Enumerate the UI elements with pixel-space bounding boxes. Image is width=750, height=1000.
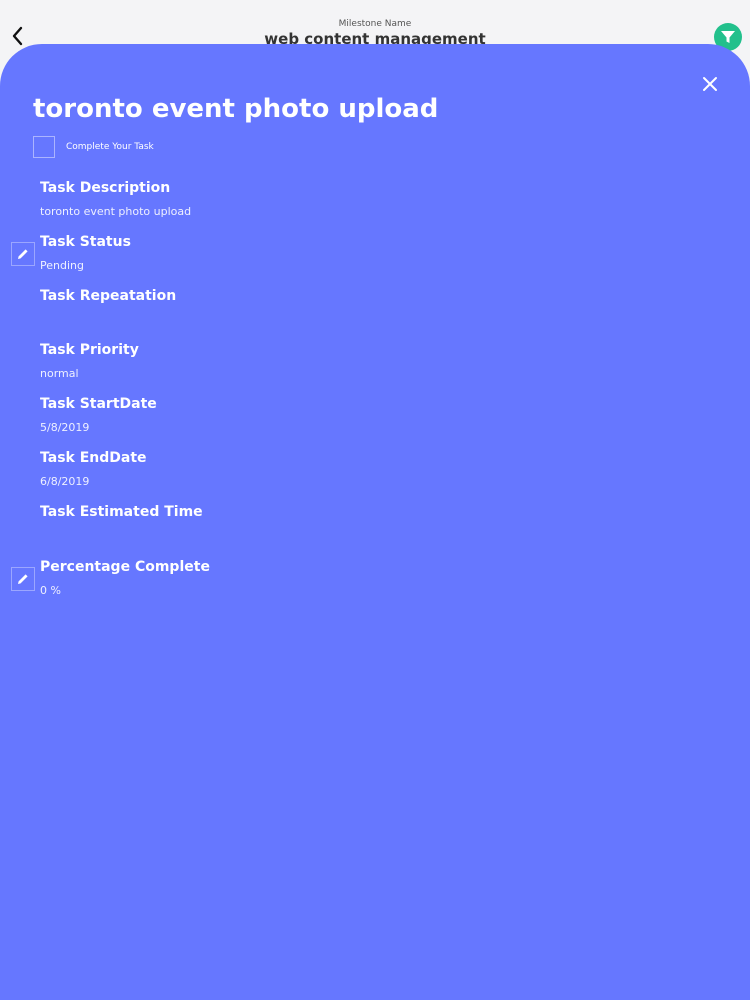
- filter-icon: [721, 31, 735, 43]
- complete-task-checkbox[interactable]: [33, 136, 55, 158]
- task-priority-value: normal: [40, 367, 79, 380]
- task-start-date-label: Task StartDate: [40, 396, 157, 412]
- percentage-complete-label: Percentage Complete: [40, 559, 210, 575]
- task-status-label: Task Status: [40, 234, 131, 250]
- task-start-date-value: 5/8/2019: [40, 421, 90, 434]
- task-estimated-time-label: Task Estimated Time: [40, 504, 203, 520]
- task-priority-label: Task Priority: [40, 342, 139, 358]
- pencil-icon: [18, 574, 28, 584]
- edit-status-button[interactable]: [11, 242, 35, 266]
- edit-percentage-button[interactable]: [11, 567, 35, 591]
- pencil-icon: [18, 249, 28, 259]
- percentage-complete-value: 0 %: [40, 584, 61, 597]
- task-end-date-value: 6/8/2019: [40, 475, 90, 488]
- close-icon: [703, 77, 717, 91]
- task-description-label: Task Description: [40, 180, 171, 196]
- complete-task-label: Complete Your Task: [66, 142, 154, 152]
- task-end-date-label: Task EndDate: [40, 450, 147, 466]
- task-detail-sheet: toronto event photo upload Complete Your…: [0, 44, 750, 1000]
- task-title: toronto event photo upload: [33, 94, 439, 124]
- milestone-name-caption: Milestone Name: [338, 19, 412, 29]
- close-button[interactable]: [700, 74, 720, 94]
- task-status-value: Pending: [40, 259, 84, 272]
- task-repeatation-label: Task Repeatation: [40, 288, 177, 304]
- task-description-value: toronto event photo upload: [40, 205, 192, 218]
